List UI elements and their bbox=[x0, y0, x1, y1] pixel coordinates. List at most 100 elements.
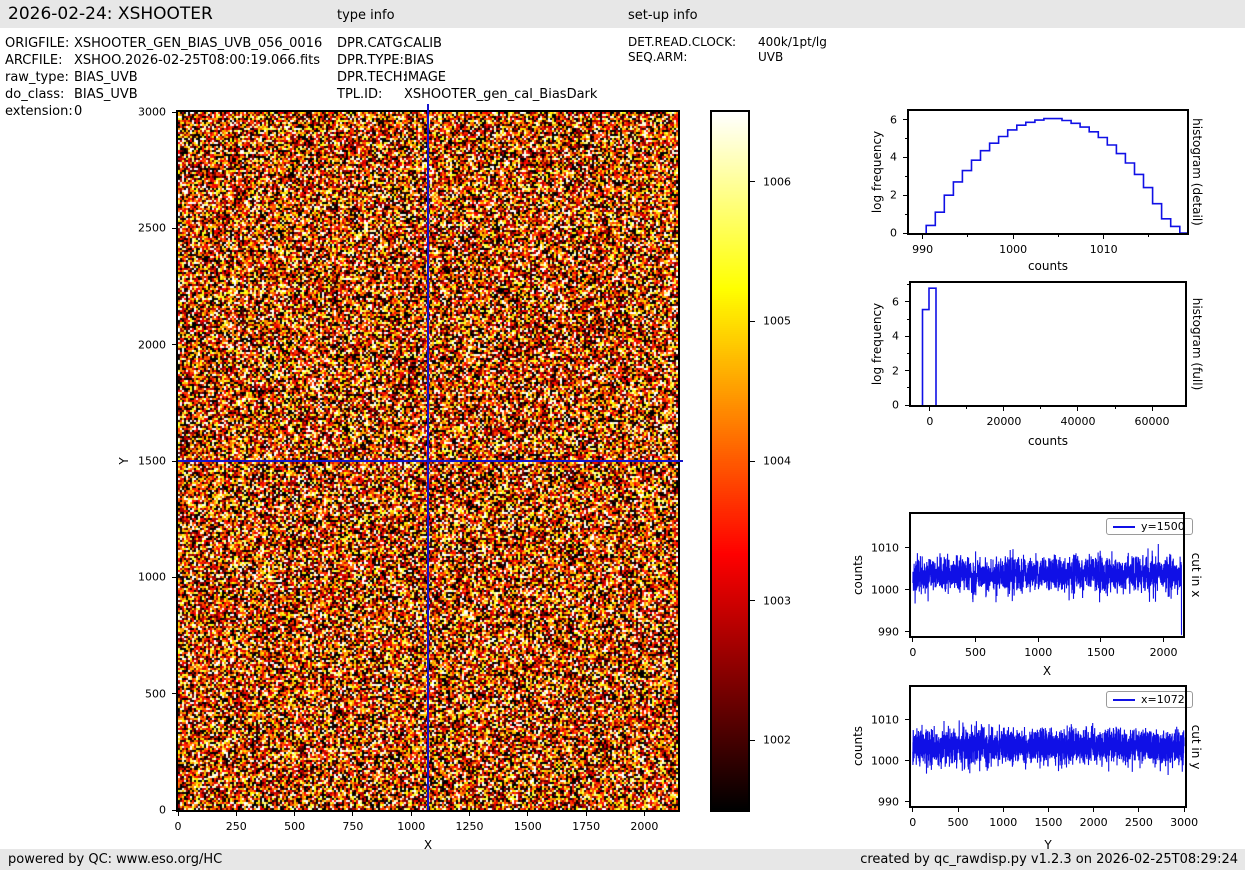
tick-label: 1250 bbox=[456, 820, 484, 833]
tick-mark bbox=[912, 638, 913, 642]
info-value: BIAS_UVB bbox=[74, 70, 138, 85]
tick-label: 1010 bbox=[1090, 243, 1118, 256]
info-label: DET.READ.CLOCK: bbox=[628, 35, 758, 49]
hist-full-xlabel: counts bbox=[1028, 434, 1068, 448]
tick-mark bbox=[907, 284, 909, 285]
tick-mark bbox=[905, 760, 909, 761]
info-label: DPR.TECH: bbox=[337, 70, 404, 85]
tick-mark bbox=[1093, 808, 1094, 812]
info-label: raw_type: bbox=[5, 70, 74, 85]
tick-label: 0 bbox=[926, 415, 933, 428]
info-value: XSHOOTER_GEN_BIAS_UVB_056_0016 bbox=[74, 36, 322, 51]
tick-label: 20000 bbox=[986, 415, 1021, 428]
info-value: 400k/1pt/lg bbox=[758, 35, 827, 49]
tick-label: 0 bbox=[159, 804, 166, 817]
tick-mark bbox=[905, 405, 909, 406]
tick-mark bbox=[1100, 638, 1101, 642]
tick-mark bbox=[1040, 407, 1041, 409]
tick-mark bbox=[905, 589, 909, 590]
tick-label: 2000 bbox=[630, 820, 658, 833]
tick-mark bbox=[905, 547, 909, 548]
tick-label: 1500 bbox=[138, 455, 166, 468]
tick-label: 500 bbox=[145, 687, 166, 700]
tick-label: 60000 bbox=[1135, 415, 1170, 428]
footer-powered-by: powered by QC: www.eso.org/HC bbox=[8, 852, 222, 867]
hist-detail-xlabel: counts bbox=[1028, 259, 1068, 273]
info-value: BIAS_UVB bbox=[74, 87, 138, 102]
info-label: TPL.ID: bbox=[337, 87, 404, 102]
tick-label: 1000 bbox=[871, 754, 899, 767]
info-row-rawtype: raw_type:BIAS_UVB bbox=[5, 70, 138, 85]
type-row-dprtype: DPR.TYPE:BIAS bbox=[337, 53, 434, 68]
tick-label: 1004 bbox=[763, 455, 791, 468]
hist-detail-ylabel: log frequency bbox=[870, 131, 884, 213]
tick-mark bbox=[469, 812, 470, 816]
tick-mark bbox=[1058, 235, 1059, 237]
tick-mark bbox=[172, 344, 176, 345]
tick-label: 1000 bbox=[989, 816, 1017, 829]
info-row-origfile: ORIGFILE:XSHOOTER_GEN_BIAS_UVB_056_0016 bbox=[5, 36, 322, 51]
tick-label: 40000 bbox=[1060, 415, 1095, 428]
tick-mark bbox=[905, 336, 909, 337]
tick-label: 500 bbox=[948, 816, 969, 829]
tick-label: 0 bbox=[909, 646, 916, 659]
tick-mark bbox=[929, 407, 930, 411]
tick-mark bbox=[172, 228, 176, 229]
tick-mark bbox=[172, 577, 176, 578]
setup-row-readclock: DET.READ.CLOCK:400k/1pt/lg bbox=[628, 35, 827, 49]
tick-label: 0 bbox=[892, 399, 899, 412]
tick-mark bbox=[1152, 407, 1153, 411]
tick-mark bbox=[905, 719, 909, 720]
tick-mark bbox=[907, 353, 909, 354]
tick-label: 1000 bbox=[397, 820, 425, 833]
tick-label: 990 bbox=[912, 243, 933, 256]
tick-label: 1750 bbox=[572, 820, 600, 833]
cut-x-ylabel: counts bbox=[851, 555, 865, 595]
tick-mark bbox=[1003, 407, 1004, 411]
tick-mark bbox=[178, 812, 179, 816]
info-row-extension: extension:0 bbox=[5, 104, 82, 119]
tick-label: 2000 bbox=[1150, 646, 1178, 659]
info-label: SEQ.ARM: bbox=[628, 50, 758, 64]
tick-mark bbox=[750, 321, 755, 322]
tick-mark bbox=[172, 461, 176, 462]
setup-row-seqarm: SEQ.ARM:UVB bbox=[628, 50, 783, 64]
tick-mark bbox=[912, 808, 913, 812]
hist-detail-frame bbox=[907, 109, 1189, 235]
info-label: ORIGFILE: bbox=[5, 36, 74, 51]
tick-mark bbox=[903, 119, 907, 120]
crosshair-vertical-line bbox=[427, 104, 429, 810]
qc-report-page: 2026-02-24: XSHOOTER type info set-up in… bbox=[0, 0, 1245, 870]
tick-mark bbox=[236, 812, 237, 816]
tick-mark bbox=[966, 407, 967, 409]
tick-label: 990 bbox=[878, 795, 899, 808]
tick-mark bbox=[1003, 808, 1004, 812]
tick-label: 0 bbox=[909, 816, 916, 829]
tick-mark bbox=[967, 235, 968, 237]
tick-mark bbox=[958, 808, 959, 812]
tick-mark bbox=[586, 812, 587, 816]
tick-mark bbox=[750, 600, 755, 601]
tick-mark bbox=[905, 176, 907, 177]
tick-label: 4 bbox=[890, 151, 897, 164]
tick-mark bbox=[1163, 638, 1164, 642]
cut-y-ylabel: counts bbox=[851, 726, 865, 766]
tick-mark bbox=[352, 812, 353, 816]
info-row-arcfile: ARCFILE:XSHOO.2026-02-25T08:00:19.066.fi… bbox=[5, 53, 320, 68]
info-value: XSHOOTER_gen_cal_BiasDark bbox=[404, 87, 597, 102]
tick-mark bbox=[905, 301, 909, 302]
tick-label: 750 bbox=[342, 820, 363, 833]
tick-mark bbox=[527, 812, 528, 816]
tick-label: 2500 bbox=[1125, 816, 1153, 829]
main-yaxis-label: Y bbox=[117, 457, 131, 464]
type-row-dprcatg: DPR.CATG:CALIB bbox=[337, 36, 442, 51]
info-row-doclass: do_class:BIAS_UVB bbox=[5, 87, 138, 102]
tick-mark bbox=[1048, 808, 1049, 812]
tick-label: 1000 bbox=[999, 243, 1027, 256]
type-info-heading: type info bbox=[337, 8, 395, 23]
info-label: do_class: bbox=[5, 87, 74, 102]
tick-label: 1010 bbox=[871, 541, 899, 554]
type-row-dprtech: DPR.TECH:IMAGE bbox=[337, 70, 446, 85]
tick-mark bbox=[903, 233, 907, 234]
tick-mark bbox=[907, 387, 909, 388]
